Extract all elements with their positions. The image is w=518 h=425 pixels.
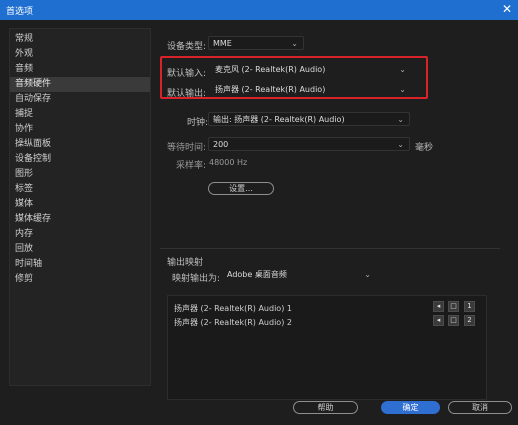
channel-number[interactable]: 1: [464, 301, 475, 312]
sample-rate-value: 48000 Hz: [209, 158, 248, 167]
latency-label: 等待时间:: [167, 143, 207, 153]
sidebar-item[interactable]: 标签: [10, 182, 150, 197]
highlight-annotation-box: [160, 56, 428, 99]
chevron-down-icon: ⌄: [397, 115, 404, 124]
sidebar-item[interactable]: 媒体: [10, 197, 150, 212]
cancel-button[interactable]: 取消: [448, 401, 512, 414]
mapping-row-label[interactable]: 扬声器 (2- Realtek(R) Audio) 2: [174, 317, 292, 328]
channel-number[interactable]: 2: [464, 315, 475, 326]
section-divider: [160, 248, 500, 249]
device-class-dropdown[interactable]: MME ⌄: [208, 36, 304, 50]
latency-dropdown[interactable]: 200 ⌄: [208, 137, 410, 151]
sidebar-item[interactable]: 时间轴: [10, 257, 150, 272]
window-title: 首选项: [6, 7, 34, 17]
sample-rate-label: 采样率:: [176, 161, 207, 171]
sidebar-item[interactable]: 常规: [10, 32, 150, 47]
sidebar-item[interactable]: 音频硬件: [10, 77, 150, 92]
title-bar: 首选项 ✕: [0, 0, 518, 20]
clock-label: 时钟:: [187, 118, 209, 128]
latency-unit: 毫秒: [415, 143, 434, 153]
marker-icon[interactable]: □: [448, 315, 459, 326]
sidebar-item[interactable]: 捕捉: [10, 107, 150, 122]
device-class-value: MME: [213, 39, 232, 48]
speaker-icon[interactable]: ◂: [433, 315, 444, 326]
map-output-for-dropdown[interactable]: Adobe 桌面音频 ⌄: [223, 268, 376, 282]
help-button[interactable]: 帮助: [293, 401, 358, 414]
output-mapping-title: 输出映射: [167, 258, 204, 268]
sidebar-item[interactable]: 修剪: [10, 272, 150, 287]
sidebar-item[interactable]: 音频: [10, 62, 150, 77]
sidebar-item[interactable]: 操纵面板: [10, 137, 150, 152]
sidebar-item[interactable]: 回放: [10, 242, 150, 257]
speaker-icon[interactable]: ◂: [433, 301, 444, 312]
clock-value: 输出: 扬声器 (2- Realtek(R) Audio): [213, 115, 345, 124]
ok-button[interactable]: 确定: [381, 401, 440, 414]
sidebar-item[interactable]: 设备控制: [10, 152, 150, 167]
clock-dropdown[interactable]: 输出: 扬声器 (2- Realtek(R) Audio) ⌄: [208, 112, 410, 126]
sidebar-item[interactable]: 外观: [10, 47, 150, 62]
marker-icon[interactable]: □: [448, 301, 459, 312]
map-output-for-label: 映射输出为:: [172, 274, 221, 284]
sidebar-item[interactable]: 内存: [10, 227, 150, 242]
device-class-label: 设备类型:: [167, 42, 207, 52]
sidebar-item[interactable]: 媒体缓存: [10, 212, 150, 227]
map-output-for-value: Adobe 桌面音频: [227, 270, 287, 279]
latency-value: 200: [213, 140, 229, 149]
sidebar-item[interactable]: 图形: [10, 167, 150, 182]
output-mapping-panel: 扬声器 (2- Realtek(R) Audio) 1 扬声器 (2- Real…: [167, 295, 487, 400]
sidebar-item[interactable]: 协作: [10, 122, 150, 137]
sidebar-item[interactable]: 自动保存: [10, 92, 150, 107]
chevron-down-icon: ⌄: [291, 39, 298, 48]
mapping-row-label[interactable]: 扬声器 (2- Realtek(R) Audio) 1: [174, 303, 292, 314]
preferences-category-list: 常规 外观 音频 音频硬件 自动保存 捕捉 协作 操纵面板 设备控制 图形 标签 媒体 媒体缓存 内存 回放…: [9, 28, 151, 386]
settings-button[interactable]: 设置...: [208, 182, 274, 195]
chevron-down-icon: ⌄: [397, 140, 404, 149]
chevron-down-icon: ⌄: [364, 270, 371, 279]
close-icon[interactable]: ✕: [502, 2, 512, 16]
